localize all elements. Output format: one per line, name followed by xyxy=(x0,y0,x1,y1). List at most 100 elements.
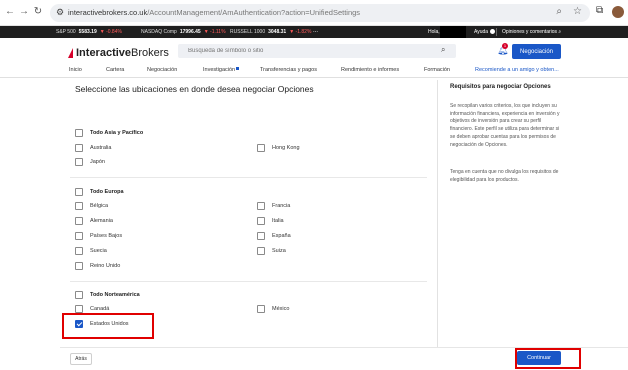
search-icon[interactable]: ⌕ xyxy=(441,45,445,55)
checkbox-label: México xyxy=(272,306,290,312)
checkbox-todo-asia[interactable]: Todo Asia y Pacífico xyxy=(75,128,143,138)
checkbox-australia[interactable]: Australia xyxy=(75,143,111,153)
checkbox-box[interactable] xyxy=(75,158,83,166)
menu-item-inicio[interactable]: Inicio xyxy=(69,67,82,73)
logo-text-light: Brokers xyxy=(131,47,169,59)
checkbox-box[interactable] xyxy=(75,247,83,255)
checkbox-label: Australia xyxy=(90,145,112,151)
checkbox-box[interactable] xyxy=(75,129,83,137)
bookmark-star-icon[interactable]: ☆ xyxy=(573,6,582,17)
ticker-name: RUSSELL 1000 xyxy=(230,29,266,35)
requirements-note: Tenga en cuenta que no divulga los requi… xyxy=(450,169,559,183)
checkbox-hong-kong[interactable]: Hong Kong xyxy=(257,143,300,153)
menu-item-transferencias[interactable]: Transferencias y pagos xyxy=(260,67,317,73)
back-arrow-icon[interactable]: ← xyxy=(4,6,16,17)
logo-text-bold: Interactive xyxy=(76,47,132,59)
checkbox-paises-bajos[interactable]: Países Bajos xyxy=(75,231,122,241)
checkbox-suiza[interactable]: Suiza xyxy=(257,246,286,256)
highlight-box xyxy=(515,348,581,369)
checkbox-label: Países Bajos xyxy=(90,233,123,239)
zoom-icon[interactable]: ⌕ xyxy=(556,6,562,17)
help-link[interactable]: Ayuda xyxy=(474,29,496,35)
notification-badge: 1 xyxy=(502,43,508,49)
checkbox-label: Todo Norteamérica xyxy=(90,292,140,298)
checkbox-label: Francia xyxy=(272,203,291,209)
checkbox-label: Japón xyxy=(90,159,105,165)
checkbox-label: Italia xyxy=(272,218,284,224)
ib-logo[interactable]: Interactive Brokers xyxy=(68,46,169,60)
menu-item-cartera[interactable]: Cartera xyxy=(106,67,124,73)
new-badge-icon xyxy=(236,67,240,70)
reload-icon[interactable]: ↻ xyxy=(32,6,44,17)
ticker-change: ▼ -0.84% xyxy=(99,29,122,35)
checkbox-espana[interactable]: España xyxy=(257,231,291,241)
feedback-search-icon: ⌕ xyxy=(558,29,562,35)
menu-item-rendimiento[interactable]: Rendimiento e informes xyxy=(341,67,399,73)
checkbox-todo-norteamerica[interactable]: Todo Norteamérica xyxy=(75,290,140,300)
checkbox-reino-unido[interactable]: Reino Unido xyxy=(75,261,120,271)
checkbox-label: Suecia xyxy=(90,248,107,254)
checkbox-label: Hong Kong xyxy=(272,145,300,151)
help-icon xyxy=(490,29,496,35)
ticker-more[interactable]: ... xyxy=(313,28,318,34)
checkbox-box[interactable] xyxy=(75,291,83,299)
checkbox-box[interactable] xyxy=(75,305,83,313)
feedback-link[interactable]: Opiniones y comentarios ⌕ xyxy=(502,29,561,35)
ticker-item[interactable]: NASDAQ Comp 17996.45 ▼ -1.11% xyxy=(141,29,226,35)
checkbox-belgica[interactable]: Bélgica xyxy=(75,201,108,211)
checkbox-box[interactable] xyxy=(257,305,265,313)
ticker-value: 5583.19 xyxy=(78,29,97,35)
ticker-change: ▼ -1.82% xyxy=(289,29,312,35)
ticker-value: 3048.31 xyxy=(268,29,287,35)
group-divider xyxy=(70,281,427,282)
menu-item-negociacion[interactable]: Negociación xyxy=(147,67,177,73)
checkbox-todo-europa[interactable]: Todo Europa xyxy=(75,187,124,197)
greeting: Hola, xyxy=(428,29,440,35)
checkbox-suecia[interactable]: Suecia xyxy=(75,246,107,256)
checkbox-box[interactable] xyxy=(257,202,265,210)
checkbox-label: Bélgica xyxy=(90,203,109,209)
address-bar[interactable]: ⚙ interactivebrokers.co.uk/AccountManage… xyxy=(50,4,590,22)
help-label: Ayuda xyxy=(474,29,489,35)
checkbox-box[interactable] xyxy=(257,144,265,152)
url-text[interactable]: interactivebrokers.co.uk/AccountManageme… xyxy=(68,8,360,17)
checkbox-label: Todo Europa xyxy=(90,189,124,195)
ticker-item[interactable]: RUSSELL 1000 3048.31 ▼ -1.82% xyxy=(230,29,311,35)
checkbox-box[interactable] xyxy=(75,188,83,196)
checkbox-box[interactable] xyxy=(75,262,83,270)
market-ticker: S&P 500 5583.19 ▼ -0.84% NASDAQ Comp 17996.… xyxy=(0,26,628,38)
menu-item-formacion[interactable]: Formación xyxy=(424,67,450,73)
menu-item-label: Investigación xyxy=(203,67,236,73)
checkbox-box[interactable] xyxy=(75,202,83,210)
group-divider xyxy=(70,177,427,178)
checkbox-box[interactable] xyxy=(75,217,83,225)
checkbox-francia[interactable]: Francia xyxy=(257,201,290,211)
logo-mark-icon xyxy=(68,48,73,58)
checkbox-box[interactable] xyxy=(75,144,83,152)
checkbox-box[interactable] xyxy=(257,232,265,240)
menu-item-investigacion[interactable]: Investigación xyxy=(203,67,240,73)
trade-button[interactable]: Negociación xyxy=(512,44,561,59)
requirements-title: Requisitos para negociar Opciones xyxy=(450,84,551,90)
ticker-item[interactable]: S&P 500 5583.19 ▼ -0.84% xyxy=(56,29,122,35)
menu-item-recomiende[interactable]: Recomiende a un amigo y obten... xyxy=(475,67,559,73)
extensions-icon[interactable]: ⧉ xyxy=(596,5,603,16)
url-path: /AccountManagement/AmAuthentication?acti… xyxy=(147,8,361,17)
checkbox-label: Suiza xyxy=(272,248,286,254)
checkbox-box[interactable] xyxy=(257,217,265,225)
checkbox-box[interactable] xyxy=(257,247,265,255)
feedback-label: Opiniones y comentarios xyxy=(502,29,558,35)
ticker-name: S&P 500 xyxy=(56,29,76,35)
symbol-search-input[interactable] xyxy=(178,44,456,58)
forward-arrow-icon[interactable]: → xyxy=(18,6,30,17)
ticker-name: NASDAQ Comp xyxy=(141,29,177,35)
back-button[interactable]: Atrás xyxy=(70,353,92,365)
checkbox-box[interactable] xyxy=(75,232,83,240)
checkbox-alemania[interactable]: Alemania xyxy=(75,216,113,226)
site-info-icon[interactable]: ⚙ xyxy=(56,7,64,18)
checkbox-mexico[interactable]: México xyxy=(257,304,289,314)
profile-avatar[interactable] xyxy=(612,6,624,18)
checkbox-japon[interactable]: Japón xyxy=(75,157,105,167)
checkbox-italia[interactable]: Italia xyxy=(257,216,284,226)
requirements-text: Se recopilan varios criterios, los que i… xyxy=(450,103,560,148)
